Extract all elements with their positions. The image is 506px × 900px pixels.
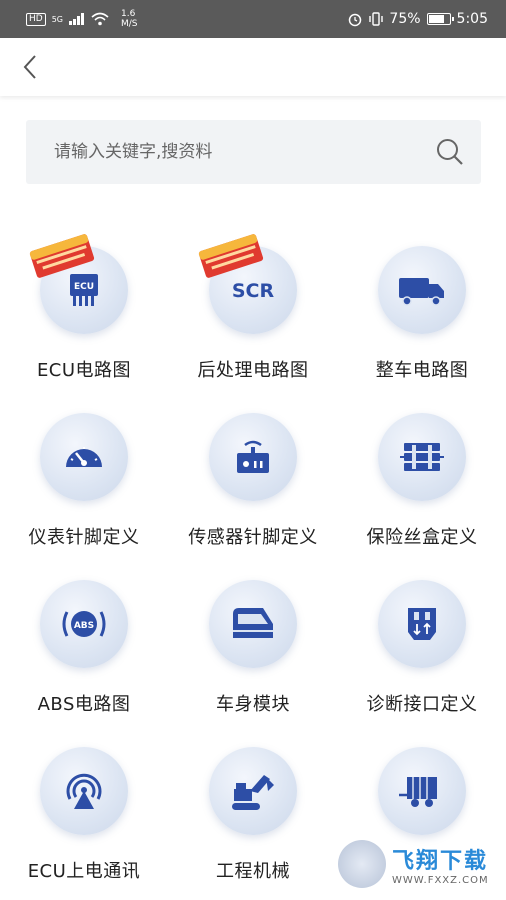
- category-construction-machinery[interactable]: 工程机械: [168, 731, 338, 898]
- tile-label: 后处理电路图: [197, 360, 309, 381]
- tile-icon-wrap: [372, 741, 472, 841]
- tile-label: 保险丝盒定义: [366, 527, 478, 548]
- tile-icon-wrap: [203, 407, 303, 507]
- network-speed: 1.6 M/S: [121, 9, 138, 29]
- clock: 5:05: [456, 11, 488, 27]
- category-ecu-power-comm[interactable]: ECU上电通讯: [0, 731, 168, 898]
- tile-label: 诊断接口定义: [366, 694, 478, 715]
- tile-label: 仪表针脚定义: [28, 527, 140, 548]
- trailer-icon: [378, 747, 466, 835]
- tile-label: 传感器针脚定义: [188, 527, 318, 548]
- tile-icon-wrap: [372, 240, 472, 340]
- category-body-module[interactable]: 车身模块: [168, 564, 338, 731]
- back-button[interactable]: [0, 38, 60, 96]
- category-aftertreatment-circuit[interactable]: SCR 后处理电路图: [168, 230, 338, 397]
- sensor-icon: [209, 413, 297, 501]
- battery-percent: 75%: [389, 11, 421, 27]
- tile-icon-wrap: [203, 574, 303, 674]
- tile-icon-wrap: [203, 741, 303, 841]
- category-abs-circuit[interactable]: ABS ABS电路图: [0, 564, 168, 731]
- nav-bar: [0, 38, 506, 96]
- category-grid: ECU ECU电路图 SCR 后处理电路图 整车电路图 仪表针脚定义 传感器针脚…: [0, 230, 506, 898]
- excavator-icon: [209, 747, 297, 835]
- tile-icon-wrap: SCR: [198, 234, 303, 340]
- tile-label: ECU上电通讯: [27, 861, 141, 882]
- tile-icon-wrap: [34, 407, 134, 507]
- svg-text:ECU: ECU: [74, 282, 94, 292]
- tile-label: 整车电路图: [375, 360, 469, 381]
- alarm-icon: [349, 13, 362, 27]
- tile-icon-wrap: [372, 407, 472, 507]
- category-instrument-pins[interactable]: 仪表针脚定义: [0, 397, 168, 564]
- status-right: 75% 5:05: [347, 11, 488, 27]
- search-input[interactable]: [54, 142, 433, 162]
- cellular-signal-icon: [69, 13, 84, 25]
- abs-icon: ABS: [40, 580, 128, 668]
- tile-icon-wrap: ABS: [34, 574, 134, 674]
- speed-unit: M/S: [121, 19, 138, 29]
- status-bar: HD 5G 1.6 M/S 75% 5:05: [0, 0, 506, 38]
- tile-icon-wrap: ECU: [29, 234, 134, 340]
- search-box[interactable]: [26, 120, 481, 184]
- gauge-icon: [40, 413, 128, 501]
- search-icon[interactable]: [433, 135, 467, 169]
- category-sensor-pins[interactable]: 传感器针脚定义: [168, 397, 338, 564]
- truck-icon: [378, 246, 466, 334]
- battery-icon: [426, 13, 454, 25]
- watermark-logo-icon: [338, 840, 386, 888]
- fuse-box-icon: [378, 413, 466, 501]
- tile-label: 车身模块: [216, 694, 290, 715]
- category-vehicle-circuit[interactable]: 整车电路图: [338, 230, 506, 397]
- tile-label: ABS电路图: [37, 694, 131, 715]
- hd-indicator: HD: [26, 12, 46, 26]
- tile-label: ECU电路图: [36, 360, 132, 381]
- speed-value: 1.6: [121, 9, 136, 19]
- status-left: HD 5G 1.6 M/S: [26, 9, 138, 29]
- watermark: 飞翔下载 WWW.FXXZ.COM: [338, 836, 498, 892]
- vibrate-icon: [369, 12, 384, 26]
- battery-level: [428, 15, 444, 23]
- watermark-title: 飞翔下载: [392, 848, 489, 874]
- tile-icon-wrap: [372, 574, 472, 674]
- svg-text:ABS: ABS: [74, 621, 94, 631]
- category-diagnostic-port[interactable]: 诊断接口定义: [338, 564, 506, 731]
- tile-icon-wrap: [34, 741, 134, 841]
- car-body-icon: [209, 580, 297, 668]
- watermark-text: 飞翔下载 WWW.FXXZ.COM: [392, 843, 489, 886]
- svg-text:SCR: SCR: [232, 280, 275, 302]
- category-ecu-circuit[interactable]: ECU ECU电路图: [0, 230, 168, 397]
- chevron-left-icon: [23, 55, 36, 79]
- network-type: 5G: [51, 14, 63, 24]
- wifi-icon: [91, 12, 109, 26]
- category-fuse-box[interactable]: 保险丝盒定义: [338, 397, 506, 564]
- signal-icon: [40, 747, 128, 835]
- diagnostic-port-icon: [378, 580, 466, 668]
- watermark-url: WWW.FXXZ.COM: [392, 874, 489, 886]
- tile-label: 工程机械: [216, 861, 290, 882]
